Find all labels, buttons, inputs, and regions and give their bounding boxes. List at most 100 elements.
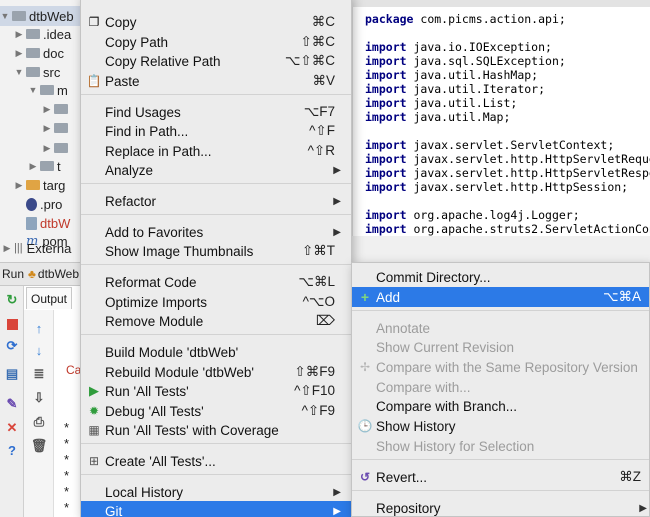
folder-icon xyxy=(54,143,68,153)
code-text: javax.servlet.http.HttpSession; xyxy=(406,180,629,194)
chevron-right-icon[interactable]: ▶ xyxy=(42,104,52,115)
chevron-down-icon[interactable]: ▼ xyxy=(28,85,38,95)
layout-icon[interactable]: ▤ xyxy=(4,366,20,382)
chevron-down-icon[interactable]: ▼ xyxy=(0,11,10,21)
menu-item-debug-all-tests[interactable]: ✹ Debug 'All Tests' ^⇧F9 xyxy=(81,401,351,421)
menu-item-create-all-tests[interactable]: ⊞ Create 'All Tests'... xyxy=(81,451,351,471)
submenu-arrow-icon: ▶ xyxy=(333,164,341,176)
arrow-down-icon[interactable]: ↓ xyxy=(31,342,47,358)
menu-item-copy-path[interactable]: Copy Path ⇧⌘C xyxy=(81,32,351,52)
help-icon[interactable]: ? xyxy=(4,442,20,458)
menu-item-paste[interactable]: 📋 Paste ⌘V xyxy=(81,71,351,91)
chevron-right-icon[interactable]: ▶ xyxy=(14,29,24,40)
tree-item-test[interactable]: ▶ t xyxy=(0,156,61,176)
tree-item-sub3[interactable]: ▶ xyxy=(0,138,71,158)
git-item-repository[interactable]: Repository ▶ xyxy=(352,498,649,517)
menu-item-find-in-path[interactable]: Find in Path... ^⇧F xyxy=(81,121,351,141)
code-text: org.apache.log4j.Logger; xyxy=(406,208,580,222)
menu-item-copy-relative-path[interactable]: Copy Relative Path ⌥⇧⌘C xyxy=(81,51,351,71)
menu-item-add-to-favorites[interactable]: Add to Favorites ▶ xyxy=(81,222,351,242)
code-keyword: import xyxy=(365,96,407,110)
menu-item-analyze[interactable]: Analyze ▶ xyxy=(81,160,351,180)
git-item-compare-with: Compare with... xyxy=(352,377,649,397)
arrow-up-icon[interactable]: ↑ xyxy=(31,320,47,336)
submenu-arrow-icon: ▶ xyxy=(639,502,647,514)
git-item-commit-directory[interactable]: Commit Directory... xyxy=(352,267,649,287)
run-tool-tab[interactable]: Run ♣ dtbWeb xyxy=(0,262,80,286)
menu-item-build-module[interactable]: Build Module 'dtbWeb' xyxy=(81,342,351,362)
run-config-label: dtbWeb xyxy=(37,267,80,281)
code-editor[interactable]: package com.picms.action.api; import java… xyxy=(352,0,650,236)
compare-icon: ✢ xyxy=(359,360,371,374)
menu-item-optimize-imports[interactable]: Optimize Imports ^⌥O xyxy=(81,292,351,312)
menu-item-replace-in-path[interactable]: Replace in Path... ^⇧R xyxy=(81,141,351,161)
trash-icon[interactable]: 🗑 xyxy=(31,438,48,454)
menu-item-refactor[interactable]: Refactor ▶ xyxy=(81,191,351,211)
tree-item-label: doc xyxy=(43,45,64,61)
chevron-right-icon[interactable]: ▶ xyxy=(42,123,52,134)
code-text: com.picms.action.api; xyxy=(413,12,566,26)
chevron-right-icon[interactable]: ▶ xyxy=(14,180,24,191)
scroll-to-end-icon[interactable]: ⇩ xyxy=(31,390,47,406)
menu-separator xyxy=(81,443,351,444)
code-line: import javax.servlet.http.HttpServletRes… xyxy=(365,166,650,180)
menu-item-label: Compare with Branch... xyxy=(376,398,518,414)
menu-item-local-history[interactable]: Local History ▶ xyxy=(81,482,351,502)
tab-output[interactable]: Output xyxy=(26,287,72,309)
menu-item-copy[interactable]: ❐ Copy ⌘C xyxy=(81,12,351,32)
git-item-compare-with-branch[interactable]: Compare with Branch... xyxy=(352,396,649,416)
tree-item-sub2[interactable]: ▶ xyxy=(0,118,71,138)
chevron-right-icon[interactable]: ▶ xyxy=(28,161,38,172)
menu-item-run-all-tests[interactable]: ▶ Run 'All Tests' ^⇧F10 xyxy=(81,381,351,401)
chevron-right-icon[interactable]: ▶ xyxy=(14,48,24,59)
tree-item-external-libraries[interactable]: ▶ ||| Externa xyxy=(0,238,72,258)
coverage-icon: ▦ xyxy=(88,423,100,437)
tree-item-idea[interactable]: ▶ .idea xyxy=(0,24,72,44)
menu-item-shortcut: ^⇧F10 xyxy=(294,383,335,398)
revert-icon: ↺ xyxy=(359,470,371,484)
git-item-show-history[interactable]: 🕒 Show History xyxy=(352,416,649,436)
code-line: import javax.servlet.ServletContext; xyxy=(365,138,614,152)
close-icon[interactable]: ✕ xyxy=(4,420,20,436)
tree-item-sub1[interactable]: ▶ xyxy=(0,99,71,119)
menu-item-git[interactable]: Git ▶ xyxy=(81,501,351,517)
git-item-revert[interactable]: ↺ Revert... ⌘Z xyxy=(352,467,649,487)
git-item-add[interactable]: + Add ⌥⌘A xyxy=(352,287,649,307)
debug-icon: ✹ xyxy=(88,404,100,418)
folder-icon xyxy=(26,29,40,39)
code-line: import java.util.Iterator; xyxy=(365,82,545,96)
menu-item-reformat-code[interactable]: Reformat Code ⌥⌘L xyxy=(81,272,351,292)
tree-item-iml[interactable]: dtbW xyxy=(0,213,70,233)
tree-item-main[interactable]: ▼ m xyxy=(0,80,68,100)
menu-item-label: Debug 'All Tests' xyxy=(105,403,204,419)
soft-wrap-icon[interactable]: ≣ xyxy=(31,366,47,382)
menu-item-label: Refactor xyxy=(105,193,157,209)
chevron-right-icon[interactable]: ▶ xyxy=(42,143,52,154)
code-text: java.util.HashMap; xyxy=(406,68,539,82)
code-keyword: import xyxy=(365,110,407,124)
chevron-right-icon[interactable]: ▶ xyxy=(2,243,12,254)
tree-item-src[interactable]: ▼ src xyxy=(0,62,61,82)
tree-item-dtbweb[interactable]: ▼ dtbWeb xyxy=(0,6,80,26)
menu-item-remove-module[interactable]: Remove Module ⌦ xyxy=(81,311,351,331)
print-icon[interactable]: ⎙ xyxy=(31,414,47,430)
console-star: * xyxy=(64,468,70,483)
menu-item-shortcut: ^⌥O xyxy=(302,294,335,309)
tree-item-project-file[interactable]: .pro xyxy=(0,194,62,214)
menu-item-run-with-coverage[interactable]: ▦ Run 'All Tests' with Coverage xyxy=(81,420,351,440)
tab-output-label: Output xyxy=(30,291,68,306)
tree-item-target[interactable]: ▶ targ xyxy=(0,175,66,195)
code-line: import java.util.List; xyxy=(365,96,517,110)
pin-icon[interactable]: ✎ xyxy=(4,396,20,412)
restore-icon[interactable]: ⟳ xyxy=(4,338,20,354)
chevron-down-icon[interactable]: ▼ xyxy=(14,67,24,77)
menu-item-find-usages[interactable]: Find Usages ⌥F7 xyxy=(81,102,351,122)
menu-item-show-image-thumbnails[interactable]: Show Image Thumbnails ⇧⌘T xyxy=(81,241,351,261)
folder-icon xyxy=(12,11,26,21)
code-keyword: import xyxy=(365,152,407,166)
menu-item-rebuild-module[interactable]: Rebuild Module 'dtbWeb' ⇧⌘F9 xyxy=(81,362,351,382)
stop-icon[interactable] xyxy=(4,316,20,332)
tree-item-doc[interactable]: ▶ doc xyxy=(0,43,64,63)
rerun-icon[interactable]: ↻ xyxy=(4,292,20,308)
code-text: javax.servlet.ServletContext; xyxy=(406,138,615,152)
